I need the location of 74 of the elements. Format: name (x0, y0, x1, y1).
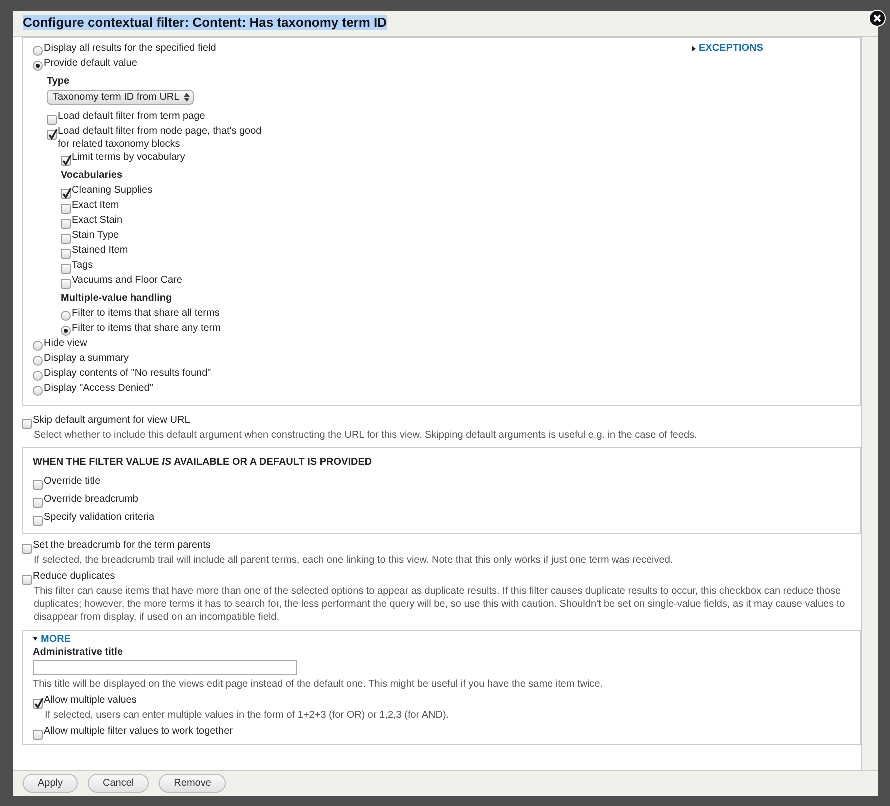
checkbox[interactable] (33, 516, 43, 526)
checkbox[interactable] (33, 730, 43, 740)
checkbox-label: Override breadcrumb (43, 493, 138, 506)
triangle-icon (692, 46, 696, 52)
field-label: Type (47, 75, 71, 88)
checkbox[interactable] (61, 204, 71, 214)
radio-button[interactable] (61, 326, 71, 336)
help-text: This filter can cause items that have more than one of the selected options to appear as duplicate results. If this filter causes duplicate results to occur, this checkbox can reduce those duplicates; however, the more terms it has to search for, the less performant the query will be, so use this with caution. Shouldn't be set on single-value fields, as it may cause values to disappear from display, if used on an incompatible field. (33, 585, 846, 624)
field-label: Vocabularies (61, 169, 124, 182)
checkbox-label: Specify validation criteria (43, 511, 155, 524)
checkbox[interactable] (61, 279, 71, 289)
triangle-icon (33, 637, 38, 642)
checkbox-label: Override title (43, 475, 101, 488)
checkbox-label: Exact Stain (71, 214, 123, 227)
close-icon[interactable] (869, 10, 886, 27)
radio-button[interactable] (33, 371, 43, 381)
radio-button[interactable] (33, 341, 43, 351)
dialog-button[interactable]: Remove (159, 774, 226, 793)
radio-label: Display "Access Denied" (43, 382, 154, 395)
radio-label: Display a summary (43, 352, 130, 365)
checkbox-label: Load default filter from term page (57, 110, 206, 123)
checkbox-label: Reduce duplicates (32, 570, 116, 583)
checkbox[interactable] (33, 480, 43, 490)
fieldset-title: WHEN THE FILTER VALUE IS AVAILABLE OR A DEFAULT IS PROVIDED (33, 456, 374, 469)
type-select[interactable]: Taxonomy term ID from URL (47, 90, 194, 105)
checkbox-label: Allow multiple values (43, 694, 137, 707)
field-label: Multiple-value handling (61, 292, 174, 305)
radio-label: Filter to items that share all terms (71, 307, 220, 320)
radio-button[interactable] (33, 356, 43, 366)
checkbox-label: Set the breadcrumb for the term parents (32, 539, 211, 552)
checkbox[interactable] (22, 419, 32, 429)
checkbox-label: Tags (71, 259, 94, 272)
checkbox-label: Skip default argument for view URL (32, 414, 190, 427)
checkbox[interactable] (61, 264, 71, 274)
checkbox-label: Cleaning Supplies (71, 184, 153, 197)
checkbox[interactable] (33, 699, 43, 709)
exceptions-link[interactable]: EXCEPTIONS (692, 42, 764, 55)
dialog-title: Configure contextual filter: Content: Has taxonomy term ID (23, 15, 388, 30)
checkbox[interactable] (61, 234, 71, 244)
help-text: If selected, users can enter multiple values in the form of 1+2+3 (for OR) or 1,2,3 (for AND). (44, 709, 450, 722)
radio-label: Hide view (43, 337, 88, 350)
help-text: If selected, the breadcrumb trail will include all parent terms, each one linking to this view. Note that this only works if just one term was received. (33, 554, 674, 567)
checkbox-label: Allow multiple filter values to work together (43, 725, 233, 738)
checkbox[interactable] (33, 498, 43, 508)
help-text: This title will be displayed on the views edit page instead of the default one. This might be useful if you have the same item twice. (33, 678, 604, 691)
updown-arrows-icon (184, 92, 190, 102)
checkbox[interactable] (47, 130, 57, 140)
checkbox-label: Stained Item (71, 244, 128, 257)
checkbox[interactable] (61, 189, 71, 199)
more-link[interactable]: MORE (33, 633, 850, 646)
checkbox[interactable] (47, 115, 57, 125)
dialog-button[interactable]: Cancel (88, 774, 150, 793)
checkbox[interactable] (22, 575, 32, 585)
text-field[interactable] (33, 660, 297, 675)
radio-label: Display contents of "No results found" (43, 367, 212, 380)
checkbox[interactable] (61, 249, 71, 259)
dialog-button[interactable]: Apply (23, 774, 78, 793)
radio-button[interactable] (61, 311, 71, 321)
radio-label: Filter to items that share any term (71, 322, 221, 335)
checkbox-label: Vacuums and Floor Care (71, 274, 182, 287)
radio-label: Provide default value (43, 57, 138, 70)
checkbox-label: Stain Type (71, 229, 120, 242)
checkbox[interactable] (22, 544, 32, 554)
checkbox-label: Exact Item (71, 199, 120, 212)
checkbox[interactable] (61, 156, 71, 166)
radio-button[interactable] (33, 46, 43, 56)
checkbox-label: Load default filter from node page, that's good for related taxonomy blocks (57, 125, 263, 151)
radio-button[interactable] (33, 61, 43, 71)
checkbox-label: Limit terms by vocabulary (71, 151, 186, 164)
checkbox[interactable] (61, 219, 71, 229)
help-text: Select whether to include this default argument when constructing the URL for this view. Skipping default arguments is useful e.g. in the case of feeds. (33, 429, 698, 442)
radio-button[interactable] (33, 386, 43, 396)
field-label: Administrative title (33, 646, 124, 659)
radio-label: Display all results for the specified field (43, 42, 216, 55)
